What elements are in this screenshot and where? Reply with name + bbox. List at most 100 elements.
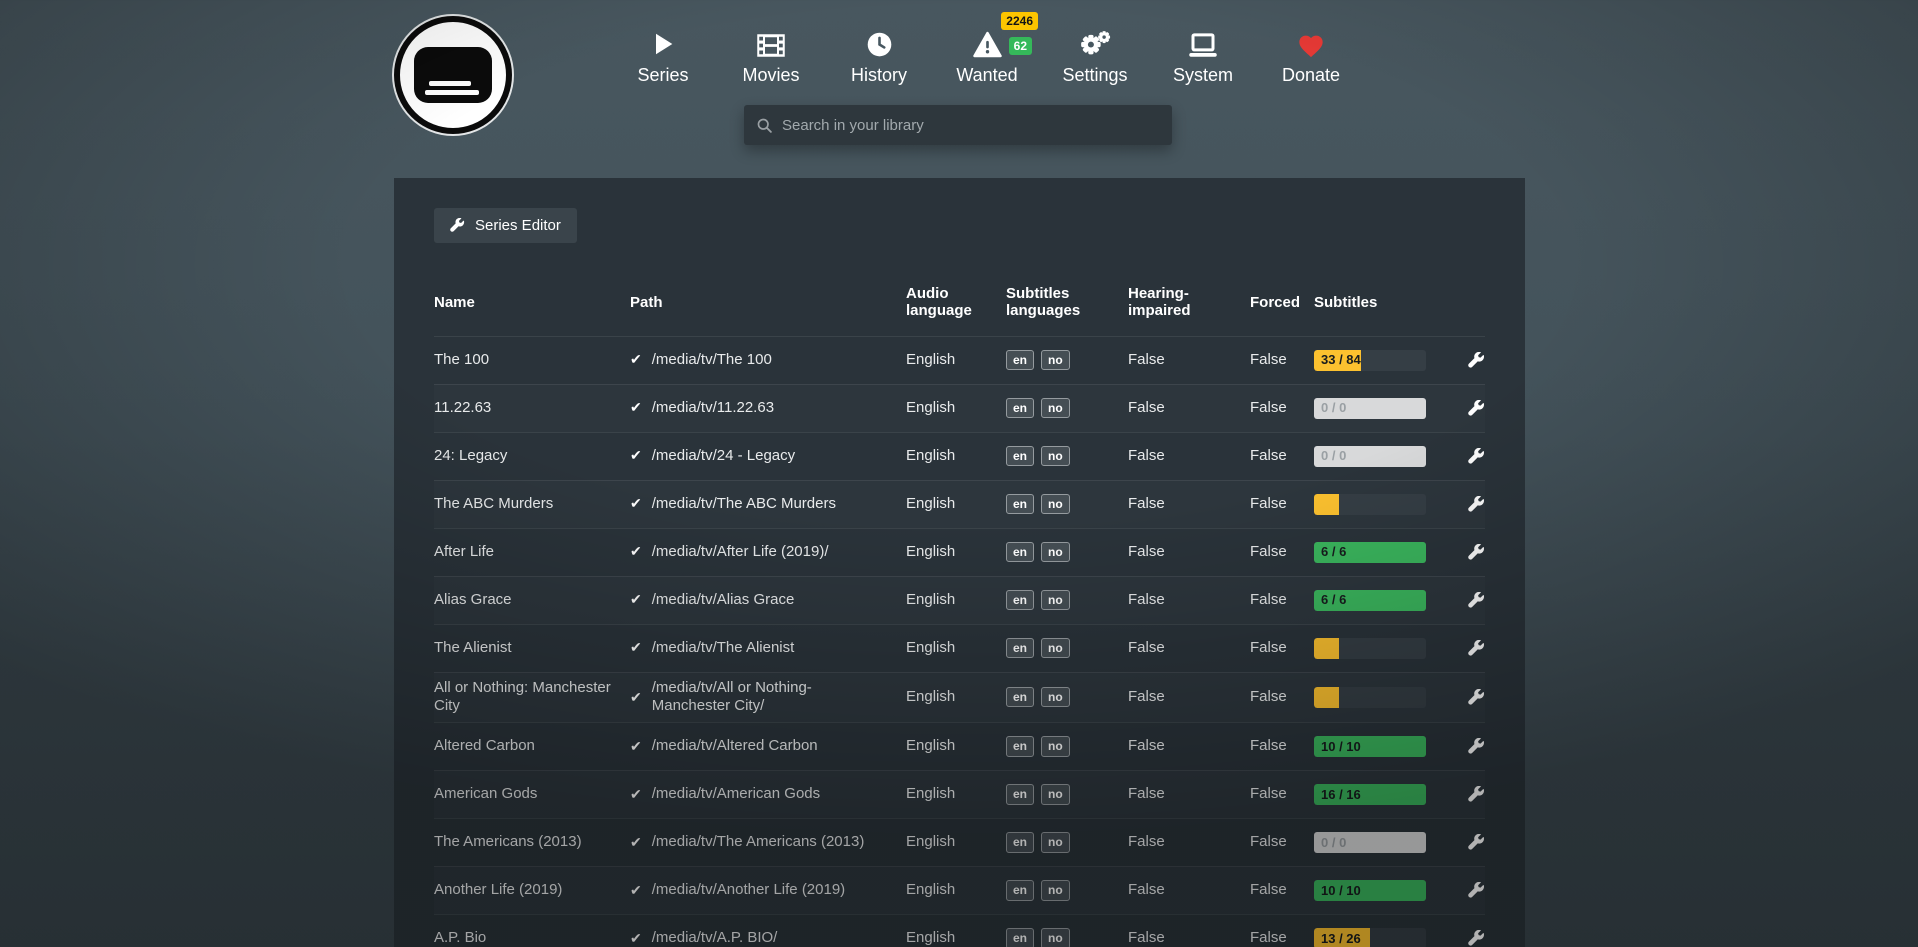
nav-label: Settings (1062, 65, 1127, 86)
subtitles-progress-bar: 0 / 0 (1314, 832, 1426, 853)
language-badge: en (1006, 494, 1034, 514)
column-header-hearing-impaired: Hearing-impaired (1128, 285, 1250, 320)
wrench-icon[interactable] (1468, 930, 1485, 947)
path-text: /media/tv/The ABC Murders (652, 495, 836, 514)
wrench-icon[interactable] (1468, 496, 1485, 513)
wrench-icon (450, 218, 465, 233)
nav-item-history[interactable]: History (846, 24, 912, 86)
audio-language-value: English (906, 399, 1006, 418)
check-icon: ✔ (630, 834, 642, 852)
language-badge: no (1041, 880, 1070, 900)
column-header-forced: Forced (1250, 294, 1314, 311)
audio-language-value: English (906, 495, 1006, 514)
subtitles-progress-bar: 6 / 6 (1314, 590, 1426, 611)
forced-value: False (1250, 639, 1314, 658)
series-name-link[interactable]: Alias Grace (434, 591, 630, 610)
series-name-link[interactable]: American Gods (434, 785, 630, 804)
series-name-link[interactable]: 11.22.63 (434, 399, 630, 418)
path-text: /media/tv/11.22.63 (652, 399, 774, 418)
series-name-link[interactable]: The Americans (2013) (434, 833, 630, 852)
language-badge: no (1041, 398, 1070, 418)
series-path: ✔ /media/tv/The 100 (630, 351, 906, 370)
path-text: /media/tv/The 100 (652, 351, 772, 370)
laptop-icon (1188, 24, 1218, 58)
nav-item-wanted[interactable]: 2246 62 Wanted (954, 24, 1020, 86)
table-row: All or Nothing: Manchester City ✔ /media… (434, 672, 1485, 723)
audio-language-value: English (906, 543, 1006, 562)
table-row: 11.22.63 ✔ /media/tv/11.22.63 English en… (434, 384, 1485, 432)
search-input[interactable] (782, 117, 1160, 134)
series-editor-label: Series Editor (475, 217, 561, 234)
progress-label: 0 / 0 (1321, 834, 1346, 850)
progress-label: 0 / 0 (1321, 400, 1346, 416)
table-row: Alias Grace ✔ /media/tv/Alias Grace Engl… (434, 576, 1485, 624)
wrench-icon[interactable] (1468, 640, 1485, 657)
check-icon: ✔ (630, 882, 642, 900)
subtitles-languages-badges: enno (1006, 398, 1128, 418)
series-name-link[interactable]: Another Life (2019) (434, 881, 630, 900)
subtitles-progress-bar (1314, 687, 1426, 708)
check-icon: ✔ (630, 399, 642, 417)
wrench-icon[interactable] (1468, 834, 1485, 851)
subtitles-languages-badges: enno (1006, 542, 1128, 562)
audio-language-value: English (906, 737, 1006, 756)
wrench-icon[interactable] (1468, 400, 1485, 417)
hearing-impaired-value: False (1128, 688, 1250, 707)
nav-item-system[interactable]: System (1170, 24, 1236, 86)
language-badge: no (1041, 832, 1070, 852)
subtitles-progress-bar: 0 / 0 (1314, 446, 1426, 467)
path-text: /media/tv/Altered Carbon (652, 737, 818, 756)
progress-label: 33 / 84 (1321, 352, 1361, 368)
wrench-icon[interactable] (1468, 786, 1485, 803)
wrench-icon[interactable] (1468, 689, 1485, 706)
series-name-link[interactable]: A.P. Bio (434, 929, 630, 947)
table-row: A.P. Bio ✔ /media/tv/A.P. BIO/ English e… (434, 914, 1485, 947)
table-row: 24: Legacy ✔ /media/tv/24 - Legacy Engli… (434, 432, 1485, 480)
progress-label: 13 / 26 (1321, 930, 1361, 946)
series-name-link[interactable]: After Life (434, 543, 630, 562)
wrench-icon[interactable] (1468, 448, 1485, 465)
check-icon: ✔ (630, 786, 642, 804)
language-badge: no (1041, 350, 1070, 370)
nav-item-movies[interactable]: Movies (738, 24, 804, 86)
column-header-subtitles: Subtitles (1314, 294, 1460, 311)
nav-label: Movies (742, 65, 799, 86)
forced-value: False (1250, 688, 1314, 707)
path-text: /media/tv/Another Life (2019) (652, 881, 845, 900)
series-name-link[interactable]: Altered Carbon (434, 737, 630, 756)
check-icon: ✔ (630, 351, 642, 369)
wrench-icon[interactable] (1468, 592, 1485, 609)
hearing-impaired-value: False (1128, 785, 1250, 804)
wrench-icon[interactable] (1468, 544, 1485, 561)
check-icon: ✔ (630, 495, 642, 513)
series-path: ✔ /media/tv/Alias Grace (630, 591, 906, 610)
subtitles-languages-badges: enno (1006, 350, 1128, 370)
hearing-impaired-value: False (1128, 833, 1250, 852)
series-name-link[interactable]: The Alienist (434, 639, 630, 658)
series-path: ✔ /media/tv/The Americans (2013) (630, 833, 906, 852)
wrench-icon[interactable] (1468, 352, 1485, 369)
forced-value: False (1250, 881, 1314, 900)
series-editor-button[interactable]: Series Editor (434, 208, 577, 243)
wrench-icon[interactable] (1468, 738, 1485, 755)
audio-language-value: English (906, 929, 1006, 947)
series-name-link[interactable]: All or Nothing: Manchester City (434, 679, 630, 717)
film-icon (756, 24, 786, 58)
language-badge: en (1006, 687, 1034, 707)
wrench-icon[interactable] (1468, 882, 1485, 899)
table-header: Name Path Audio language Subtitles langu… (434, 273, 1485, 336)
audio-language-value: English (906, 833, 1006, 852)
check-icon: ✔ (630, 738, 642, 756)
series-name-link[interactable]: The 100 (434, 351, 630, 370)
nav-item-donate[interactable]: Donate (1278, 24, 1344, 86)
main-nav: Series Movies History 2246 62 Wanted (630, 24, 1344, 86)
progress-label: 0 / 0 (1321, 448, 1346, 464)
nav-item-series[interactable]: Series (630, 24, 696, 86)
hearing-impaired-value: False (1128, 543, 1250, 562)
hearing-impaired-value: False (1128, 495, 1250, 514)
language-badge: en (1006, 832, 1034, 852)
series-name-link[interactable]: The ABC Murders (434, 495, 630, 514)
app-logo[interactable] (394, 16, 512, 134)
nav-item-settings[interactable]: Settings (1062, 24, 1128, 86)
series-name-link[interactable]: 24: Legacy (434, 447, 630, 466)
